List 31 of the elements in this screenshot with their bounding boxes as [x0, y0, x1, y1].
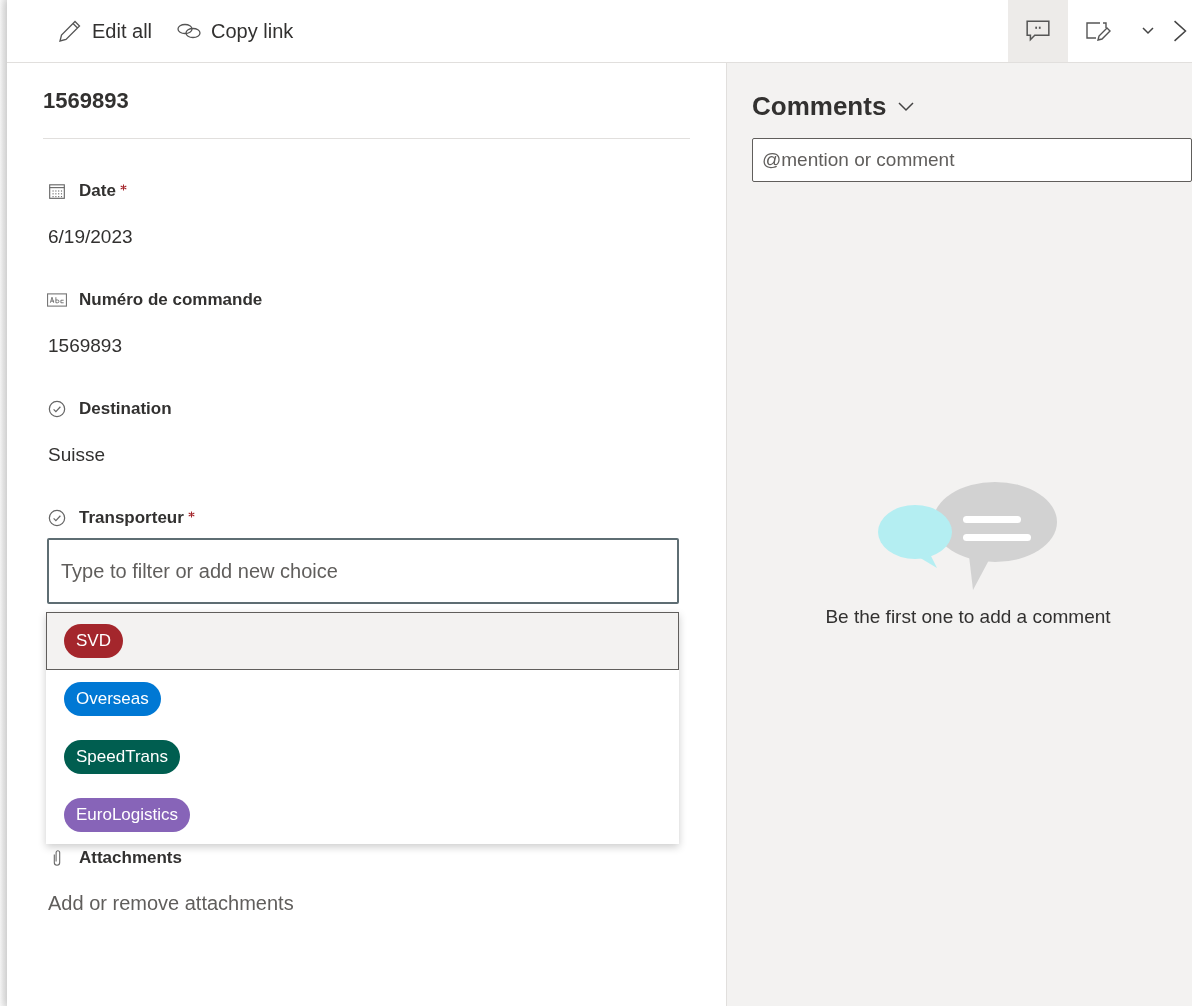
field-value: Suisse: [47, 444, 107, 466]
field-label: Date: [79, 181, 116, 201]
comment-field[interactable]: @mention or comment: [752, 138, 1192, 182]
comments-title: Comments: [752, 91, 887, 122]
pencil-icon: [57, 18, 83, 44]
choice-tag: SpeedTrans: [64, 740, 180, 774]
attachments-link[interactable]: Add or remove attachments: [43, 892, 690, 915]
choice-option[interactable]: Overseas: [46, 670, 679, 728]
field-label: Destination: [79, 399, 172, 419]
field-label: Numéro de commande: [79, 290, 263, 310]
choice-tag: SVD: [64, 624, 123, 658]
choice-filter-field[interactable]: Type to filter or add new choice: [47, 538, 679, 604]
comment-icon[interactable]: [1008, 0, 1068, 62]
choice-option[interactable]: SVD: [46, 612, 679, 670]
check-circle-icon: [47, 400, 67, 418]
choice-tag: EuroLogistics: [64, 798, 191, 832]
choice-tag: Overseas: [64, 682, 161, 716]
choice-option[interactable]: SpeedTrans: [46, 728, 679, 786]
calendar-icon: [47, 182, 67, 200]
edit-all-button[interactable]: Edit all: [57, 0, 165, 62]
field-value: 6/19/2023: [47, 226, 134, 248]
chevron-down-icon[interactable]: [898, 101, 915, 112]
field-value: 1569893: [47, 335, 123, 357]
empty-comments-text: Be the first one to add a comment: [825, 606, 1111, 628]
item-title: 1569893: [43, 63, 690, 139]
choice-option[interactable]: EuroLogistics: [46, 786, 679, 844]
check-circle-icon: [47, 509, 67, 527]
copy-link-button[interactable]: Copy link: [176, 0, 306, 62]
text-field-icon: [47, 291, 67, 309]
field-label: Attachments: [79, 848, 182, 868]
field-label: Transporteur: [79, 508, 184, 528]
